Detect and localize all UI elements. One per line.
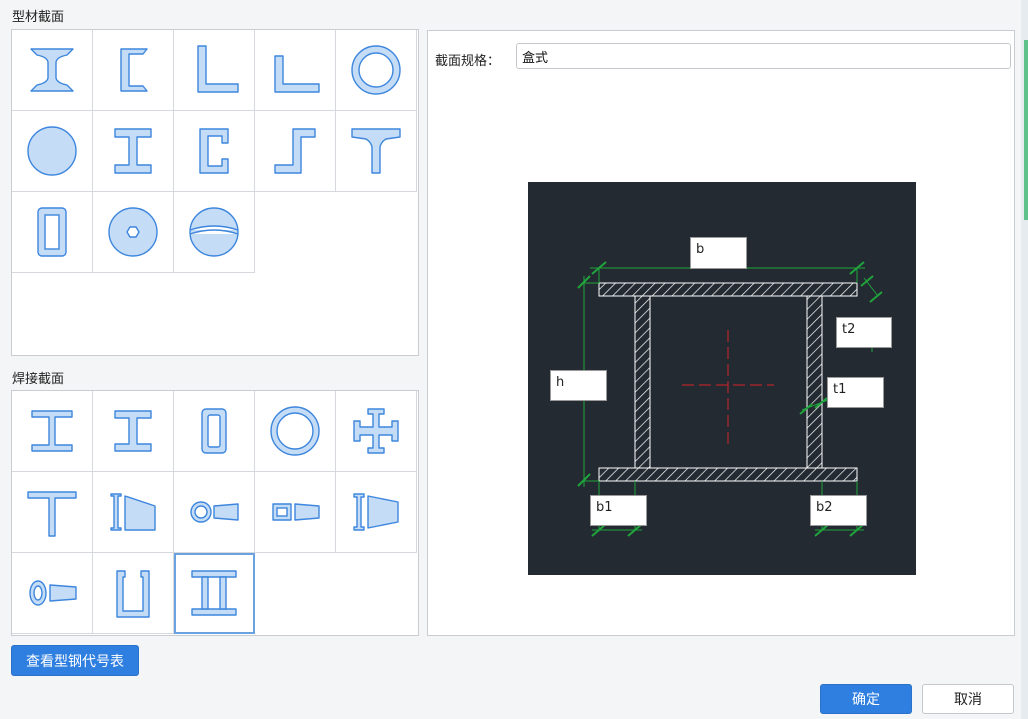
half-round-icon xyxy=(189,207,239,257)
i-beam-icon xyxy=(30,48,74,92)
welded-tapered-box[interactable] xyxy=(255,472,336,553)
equal-angle-icon xyxy=(197,45,239,93)
welded-box-section[interactable] xyxy=(174,553,255,634)
welded-i-icon xyxy=(31,410,73,452)
cold-channel-icon xyxy=(199,128,229,174)
view-steel-table-button[interactable]: 查看型钢代号表 xyxy=(11,645,139,676)
channel-icon xyxy=(120,48,148,92)
welded-tapered-round[interactable] xyxy=(12,553,93,634)
tapered-round-icon xyxy=(29,580,77,606)
welded-box-icon xyxy=(201,408,227,454)
box-section-icon xyxy=(191,570,237,616)
profile-round-bar[interactable] xyxy=(12,111,93,192)
welded-h[interactable] xyxy=(93,391,174,472)
profile-hex-bar[interactable] xyxy=(93,192,174,273)
dim-t1-input[interactable]: t1 xyxy=(827,377,884,408)
t-section-icon xyxy=(351,128,401,174)
profile-i-beam[interactable] xyxy=(12,30,93,111)
welded-section-grid xyxy=(11,390,419,636)
profile-equal-angle[interactable] xyxy=(174,30,255,111)
rect-tube-icon xyxy=(37,207,67,257)
spec-input[interactable] xyxy=(516,43,1011,69)
welded-tapered-pipe[interactable] xyxy=(174,472,255,553)
ok-button[interactable]: 确定 xyxy=(820,684,912,714)
z-section-icon xyxy=(274,128,316,174)
welded-tapered-h[interactable] xyxy=(336,472,417,553)
preview-panel: 截面规格： 盒式 b t2 h t1 b1 b2 xyxy=(427,30,1015,636)
cancel-button[interactable]: 取消 xyxy=(922,684,1014,714)
dim-t2-input[interactable]: t2 xyxy=(836,317,892,348)
welded-pipe[interactable] xyxy=(255,391,336,472)
dim-b-input[interactable]: b xyxy=(690,237,747,269)
welded-h-icon xyxy=(114,410,152,452)
unequal-angle-icon xyxy=(274,55,320,93)
profile-z-section[interactable] xyxy=(255,111,336,192)
tapered-pipe-icon xyxy=(190,501,239,523)
round-bar-icon xyxy=(27,126,77,176)
u-section-icon xyxy=(116,570,150,618)
profile-rect-tube[interactable] xyxy=(12,192,93,273)
welded-cross[interactable] xyxy=(336,391,417,472)
light-i-beam-icon xyxy=(114,128,152,174)
cross-section-icon xyxy=(353,408,399,454)
pipe-icon xyxy=(351,45,401,95)
welded-section-title: 焊接截面 xyxy=(12,372,65,387)
dim-b2-input[interactable]: b2 xyxy=(810,495,867,526)
profile-pipe[interactable] xyxy=(336,30,417,111)
profile-light-i-beam[interactable] xyxy=(93,111,174,192)
welded-box[interactable] xyxy=(174,391,255,472)
profile-cold-channel[interactable] xyxy=(174,111,255,192)
welded-t-icon xyxy=(27,491,77,537)
profile-unequal-angle[interactable] xyxy=(255,30,336,111)
tapered-h-icon xyxy=(353,493,399,531)
welded-i[interactable] xyxy=(12,391,93,472)
section-drawing: b t2 h t1 b1 b2 xyxy=(528,182,916,575)
welded-tapered-i[interactable] xyxy=(93,472,174,553)
welded-u[interactable] xyxy=(93,553,174,634)
profile-half-round[interactable] xyxy=(174,192,255,273)
welded-pipe-icon xyxy=(270,406,320,456)
welded-t[interactable] xyxy=(12,472,93,553)
spec-label: 截面规格： xyxy=(435,54,501,69)
dim-b1-input[interactable]: b1 xyxy=(590,495,647,526)
hex-bar-icon xyxy=(108,207,158,257)
dim-h-input[interactable]: h xyxy=(550,370,607,401)
profile-section-title: 型材截面 xyxy=(12,10,65,25)
profile-section-grid xyxy=(11,29,419,356)
window-edge xyxy=(1021,0,1028,719)
tapered-i-icon xyxy=(110,493,156,531)
tapered-box-icon xyxy=(272,503,320,521)
profile-channel[interactable] xyxy=(93,30,174,111)
profile-t-section[interactable] xyxy=(336,111,417,192)
